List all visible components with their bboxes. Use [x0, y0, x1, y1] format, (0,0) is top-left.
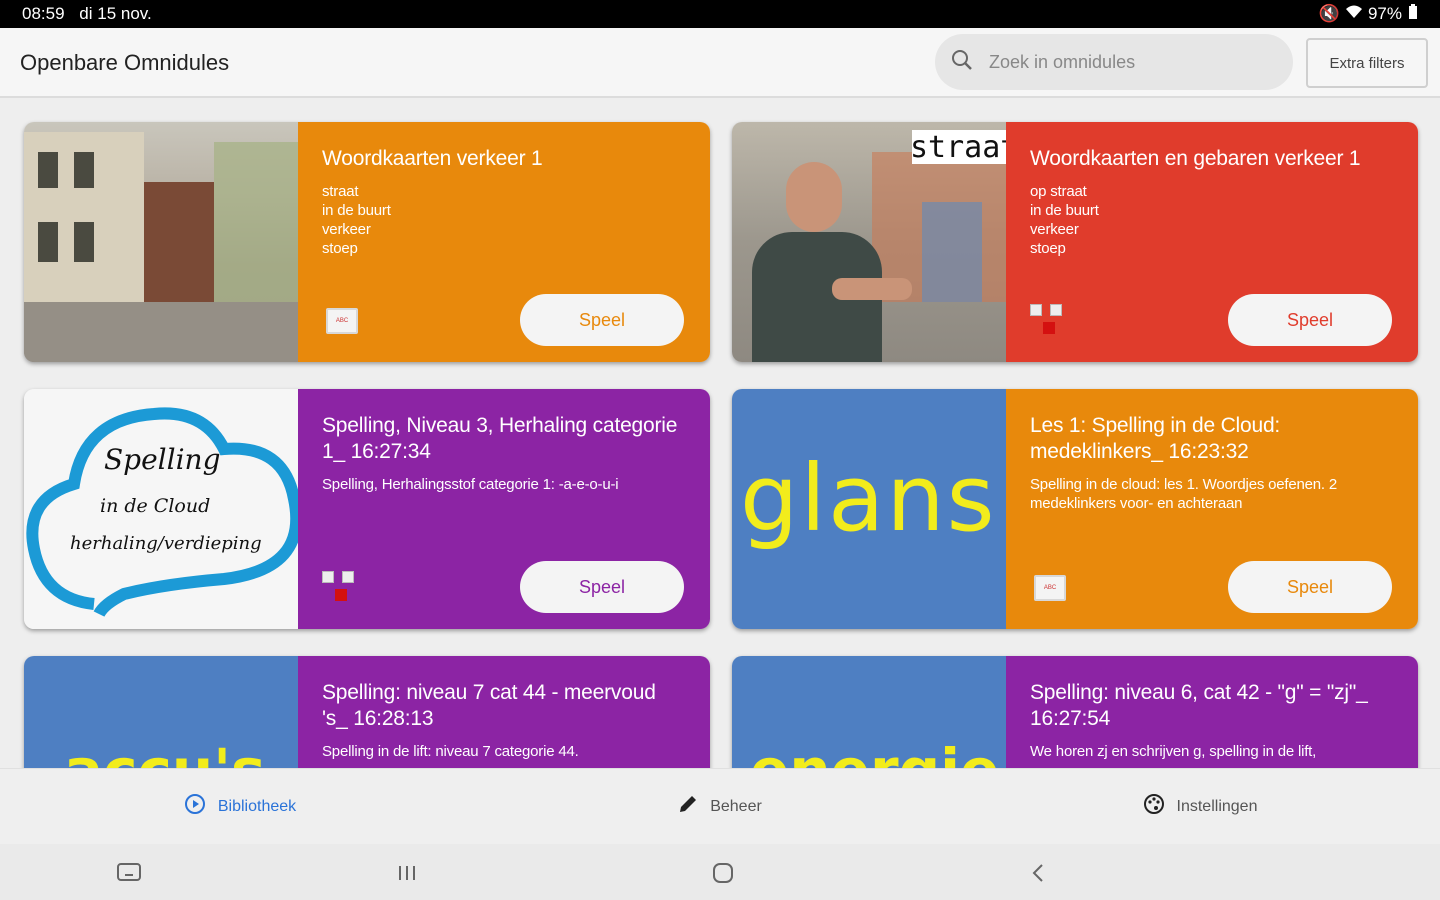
- battery-percent: 97%: [1367, 4, 1402, 23]
- card-info: Woordkaarten verkeer 1 straat in de buur…: [298, 122, 710, 362]
- keyboard-icon[interactable]: [114, 858, 144, 888]
- system-navigation-bar: [0, 844, 1440, 900]
- status-time: 08:59: [22, 4, 65, 23]
- card-description: Spelling in de cloud: les 1. Woordjes oe…: [1030, 476, 1337, 512]
- omnidule-card[interactable]: energie Spelling: niveau 6, cat 42 - "g"…: [732, 656, 1418, 768]
- thumb-word: glans: [740, 445, 997, 552]
- recents-icon[interactable]: [392, 858, 422, 888]
- card-description: straat in de buurt verkeer stoep: [322, 183, 391, 257]
- omnidule-grid: Woordkaarten verkeer 1 straat in de buur…: [0, 100, 1440, 768]
- mute-icon: 🔇: [1318, 4, 1340, 23]
- omnidule-card[interactable]: straat Woordkaarten en gebaren verkeer 1…: [732, 122, 1418, 362]
- status-left: 08:59 di 15 nov.: [22, 4, 152, 24]
- card-thumbnail-word: accu's: [24, 656, 298, 768]
- abc-icon: ABC: [1034, 575, 1066, 601]
- card-title: Spelling: niveau 7 cat 44 - meervoud 's_…: [322, 681, 656, 730]
- card-title: Spelling: niveau 6, cat 42 - "g" = "zj"_…: [1030, 681, 1368, 730]
- search-box[interactable]: [935, 34, 1293, 90]
- card-description: We horen zj en schrijven g, spelling in …: [1030, 743, 1317, 760]
- page-title: Openbare Omnidules: [20, 50, 230, 75]
- home-icon[interactable]: [708, 858, 738, 888]
- card-info: Spelling: niveau 6, cat 42 - "g" = "zj"_…: [1006, 656, 1418, 768]
- card-info: Woordkaarten en gebaren verkeer 1 op str…: [1006, 122, 1418, 362]
- omnidule-card[interactable]: accu's Spelling: niveau 7 cat 44 - meerv…: [24, 656, 710, 768]
- card-title: Woordkaarten en gebaren verkeer 1: [1030, 147, 1361, 170]
- card-title: Spelling, Niveau 3, Herhaling categorie …: [322, 414, 678, 463]
- status-bar: 08:59 di 15 nov. 🔇 97%: [0, 0, 1440, 28]
- card-description: Spelling in de lift: niveau 7 categorie …: [322, 743, 579, 760]
- omnidule-card[interactable]: glans Les 1: Spelling in de Cloud: medek…: [732, 389, 1418, 629]
- grid-icon: [1030, 304, 1070, 336]
- thumb-line-3: herhaling/verdieping: [70, 533, 262, 554]
- card-thumbnail-word: energie: [732, 656, 1006, 768]
- omnidule-card[interactable]: Spelling in de Cloud herhaling/verdiepin…: [24, 389, 710, 629]
- play-button[interactable]: Speel: [1228, 561, 1392, 613]
- omnidule-card[interactable]: Woordkaarten verkeer 1 straat in de buur…: [24, 122, 710, 362]
- card-title: Woordkaarten verkeer 1: [322, 147, 543, 170]
- status-right: 🔇 97%: [1318, 3, 1418, 25]
- nav-label: Bibliotheek: [217, 797, 297, 815]
- grid-icon: [322, 571, 362, 603]
- card-thumbnail-sign-video: straat: [732, 122, 1006, 362]
- card-thumbnail-spelling-cloud: Spelling in de Cloud herhaling/verdiepin…: [24, 389, 298, 629]
- play-button[interactable]: Speel: [1228, 294, 1392, 346]
- nav-item-instellingen[interactable]: Instellingen: [960, 769, 1440, 844]
- play-button[interactable]: Speel: [520, 294, 684, 346]
- card-thumbnail-word: glans: [732, 389, 1006, 629]
- back-icon[interactable]: [1024, 858, 1054, 888]
- card-title: Les 1: Spelling in de Cloud: medeklinker…: [1030, 414, 1281, 463]
- palette-icon: [1143, 793, 1165, 820]
- battery-icon: [1408, 3, 1418, 25]
- card-description: op straat in de buurt verkeer stoep: [1030, 183, 1099, 257]
- app-bar: Openbare Omnidules Extra filters: [0, 28, 1440, 98]
- thumb-word: accu's: [64, 736, 265, 768]
- edit-icon: [678, 794, 698, 819]
- card-info: Les 1: Spelling in de Cloud: medeklinker…: [1006, 389, 1418, 629]
- wifi-icon: [1345, 4, 1362, 24]
- thumb-line-1: Spelling: [104, 443, 221, 476]
- nav-item-bibliotheek[interactable]: Bibliotheek: [0, 769, 480, 844]
- thumb-line-2: in de Cloud: [100, 495, 211, 517]
- card-info: Spelling: niveau 7 cat 44 - meervoud 's_…: [298, 656, 710, 768]
- search-input[interactable]: [989, 51, 1269, 73]
- card-description: Spelling, Herhalingsstof categorie 1: -a…: [322, 476, 619, 493]
- card-thumbnail-street-photo: [24, 122, 298, 362]
- bottom-navigation: Bibliotheek Beheer Instellingen: [0, 768, 1440, 844]
- nav-label: Beheer: [710, 797, 762, 815]
- nav-label: Instellingen: [1176, 797, 1258, 815]
- nav-item-beheer[interactable]: Beheer: [480, 769, 960, 844]
- status-date: di 15 nov.: [79, 4, 152, 23]
- extra-filters-button[interactable]: Extra filters: [1306, 38, 1428, 88]
- thumb-caption: straat: [910, 130, 1006, 165]
- play-button[interactable]: Speel: [520, 561, 684, 613]
- search-icon: [951, 49, 973, 76]
- library-icon: [184, 793, 206, 820]
- card-info: Spelling, Niveau 3, Herhaling categorie …: [298, 389, 710, 629]
- abc-icon: ABC: [326, 308, 358, 334]
- thumb-word: energie: [750, 736, 999, 768]
